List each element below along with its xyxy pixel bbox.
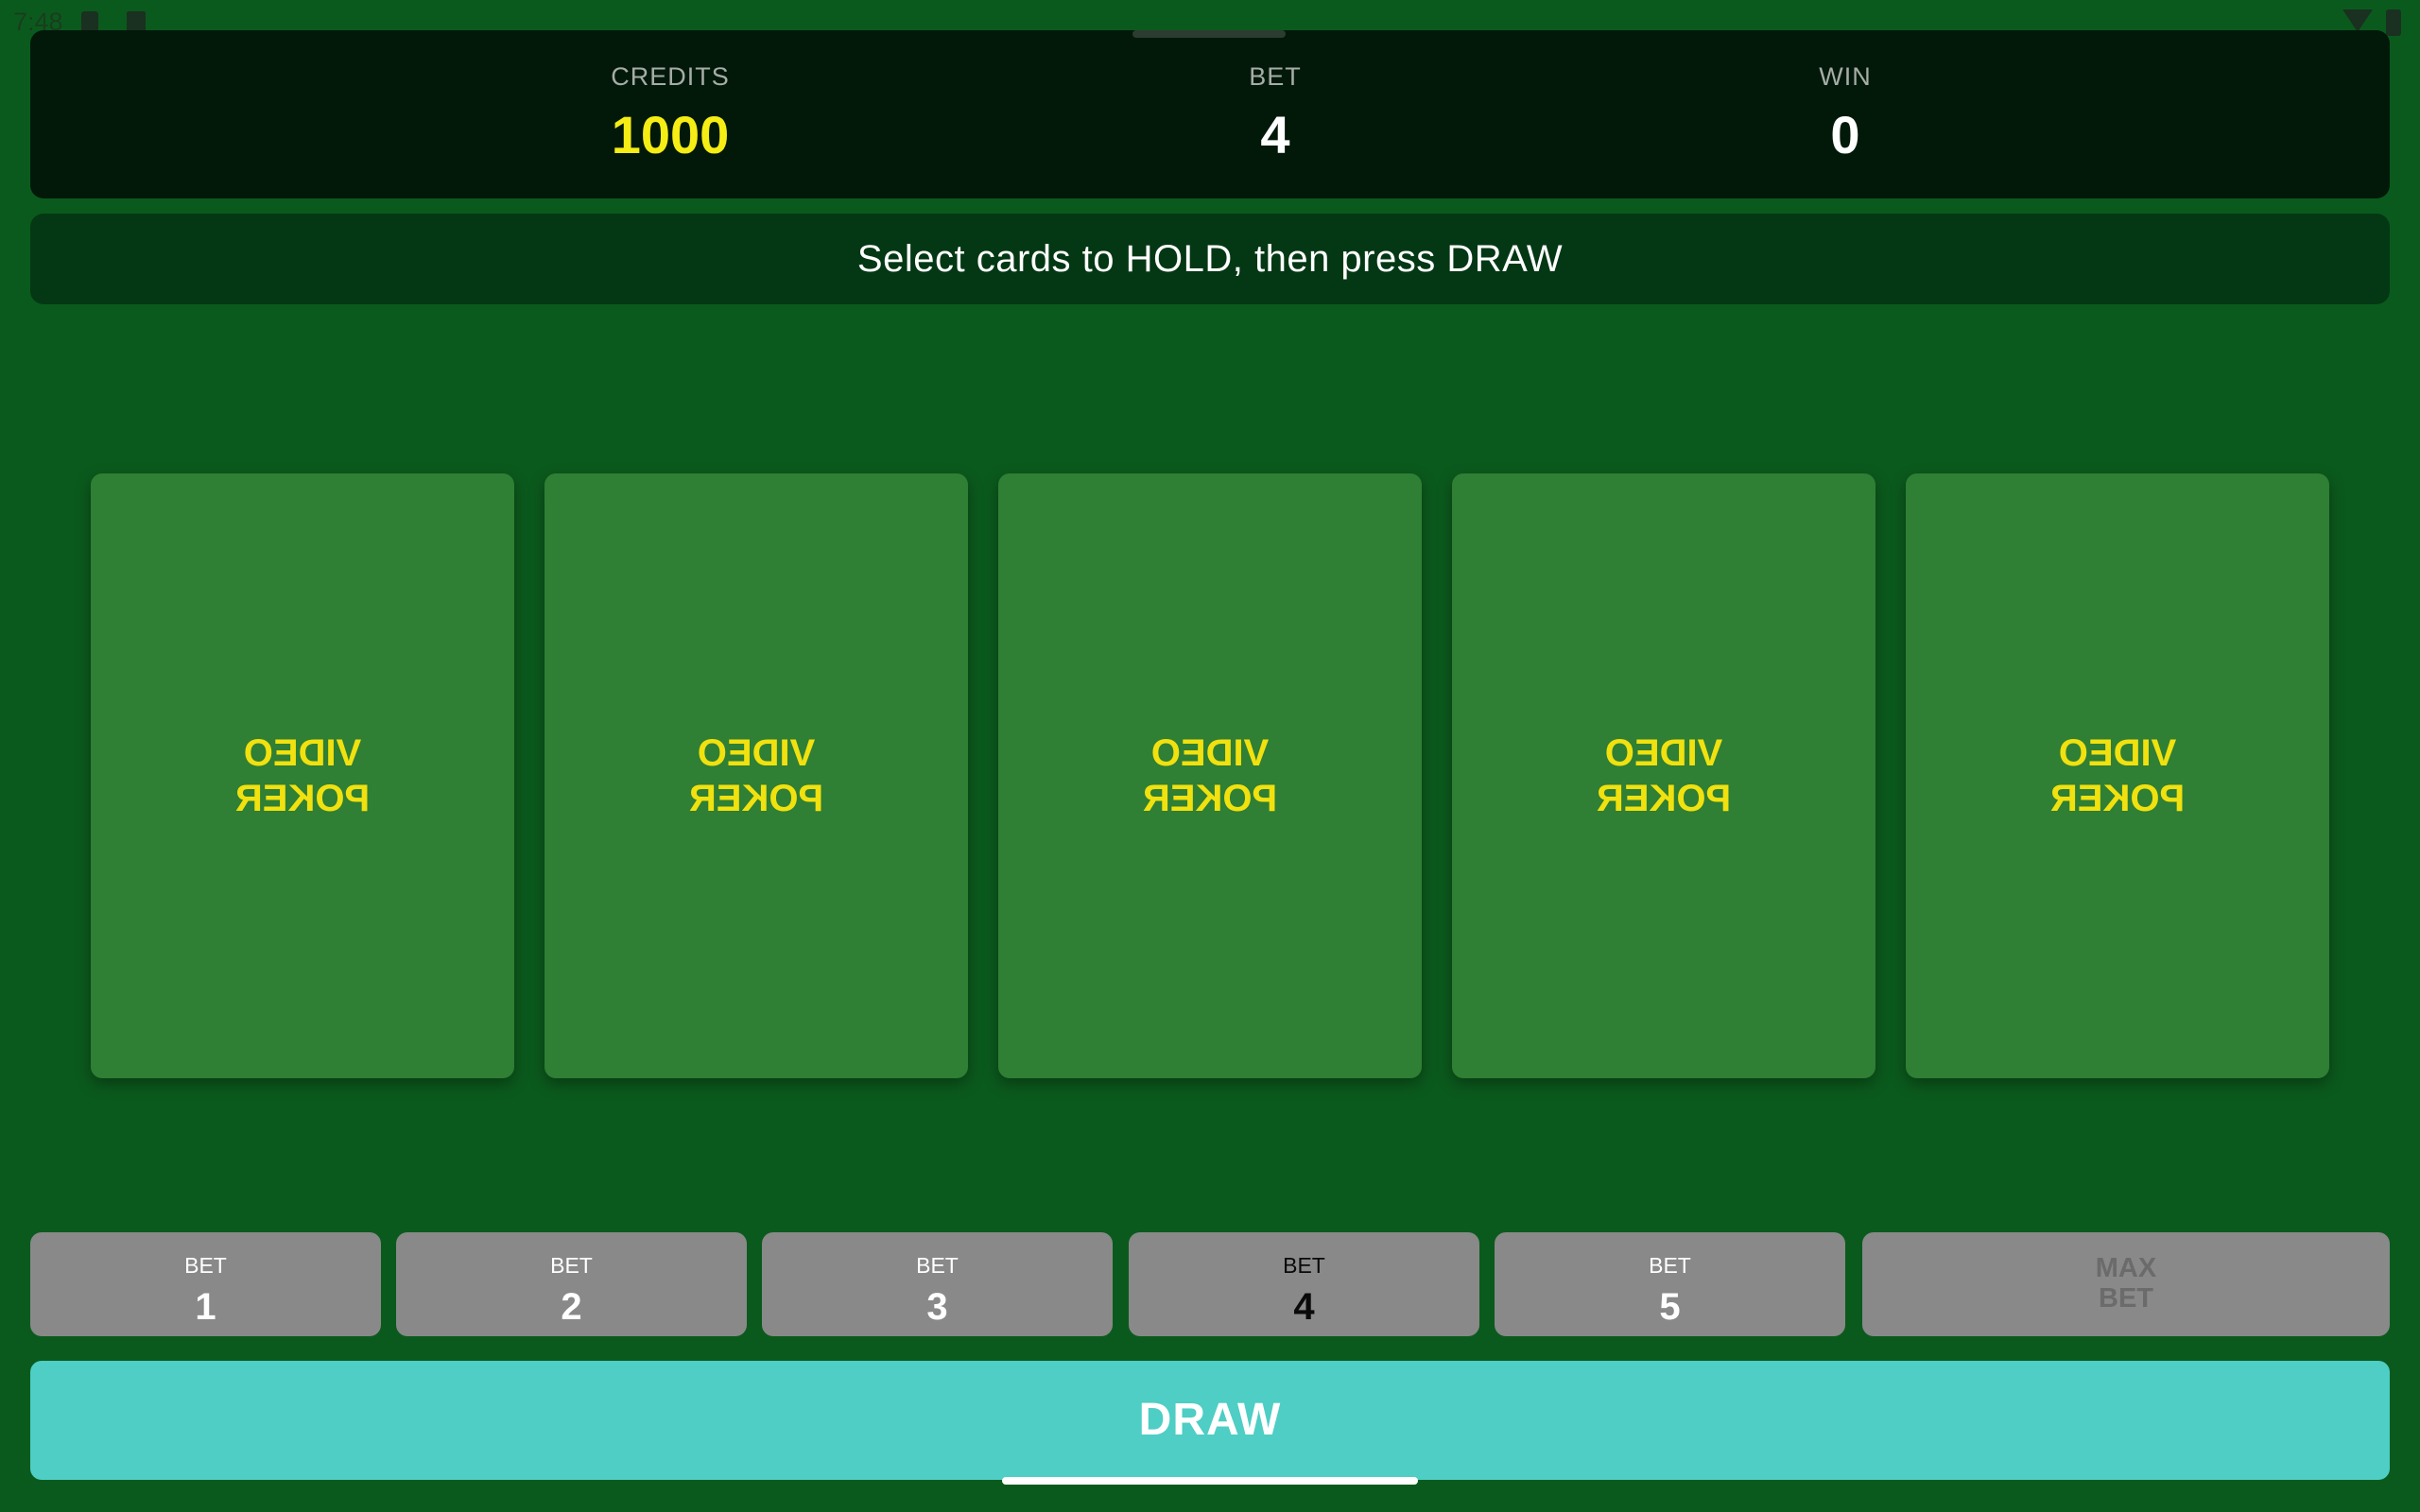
bet-button-label: BET (1649, 1253, 1691, 1278)
max-bet-button[interactable]: MAX BET (1862, 1232, 2390, 1336)
keyboard-icon (127, 11, 146, 32)
bet-1-button[interactable]: BET 1 (30, 1232, 381, 1336)
card-back-line1: VIDEO (1150, 732, 1270, 774)
bet-4-button[interactable]: BET 4 (1129, 1232, 1479, 1336)
card-1[interactable]: VIDEO POKER (91, 473, 514, 1078)
bet-label: BET (1249, 62, 1302, 91)
card-4[interactable]: VIDEO POKER (1452, 473, 1876, 1078)
card-back-text: VIDEO POKER (998, 730, 1422, 821)
bet-button-label: BET (184, 1253, 227, 1278)
card-back-line1: VIDEO (243, 732, 362, 774)
bet-5-button[interactable]: BET 5 (1495, 1232, 1845, 1336)
card-back-text: VIDEO POKER (1906, 730, 2329, 821)
card-2[interactable]: VIDEO POKER (544, 473, 968, 1078)
win-value: 0 (1830, 105, 1860, 164)
card-5[interactable]: VIDEO POKER (1906, 473, 2329, 1078)
bet-button-value: 2 (561, 1286, 582, 1328)
bet-button-value: 5 (1659, 1286, 1681, 1328)
card-back-line2: POKER (1596, 778, 1732, 819)
win-display: WIN 0 (1703, 64, 1987, 162)
win-label: WIN (1819, 62, 1872, 91)
bet-2-button[interactable]: BET 2 (396, 1232, 747, 1336)
bet-3-button[interactable]: BET 3 (762, 1232, 1113, 1336)
max-bet-line1: MAX (2095, 1253, 2157, 1283)
bet-button-label: BET (1283, 1253, 1325, 1278)
scoreboard-panel: CREDITS 1000 BET 4 WIN 0 (30, 30, 2390, 198)
bet-button-label: BET (550, 1253, 593, 1278)
sd-card-icon (81, 11, 98, 32)
bet-button-value: 1 (195, 1286, 216, 1328)
card-back-text: VIDEO POKER (91, 730, 514, 821)
card-back-line2: POKER (1142, 778, 1278, 819)
bet-value: 4 (1260, 105, 1290, 164)
card-back-line1: VIDEO (697, 732, 816, 774)
credits-display: CREDITS 1000 (528, 64, 812, 162)
card-back-text: VIDEO POKER (544, 730, 968, 821)
bet-display: BET 4 (1133, 64, 1417, 162)
message-bar: Select cards to HOLD, then press DRAW (30, 214, 2390, 304)
bet-button-label: BET (916, 1253, 959, 1278)
card-back-line2: POKER (2049, 778, 2186, 819)
card-back-line1: VIDEO (2058, 732, 2177, 774)
credits-value: 1000 (611, 105, 730, 164)
bet-button-value: 4 (1293, 1286, 1315, 1328)
card-back-line2: POKER (688, 778, 824, 819)
home-indicator[interactable] (1002, 1477, 1418, 1485)
max-bet-line2: BET (2099, 1283, 2153, 1314)
draw-button[interactable]: DRAW (30, 1361, 2390, 1480)
card-back-line1: VIDEO (1604, 732, 1723, 774)
battery-icon (2386, 9, 2401, 36)
card-back-line2: POKER (234, 778, 371, 819)
credits-label: CREDITS (611, 62, 730, 91)
card-3[interactable]: VIDEO POKER (998, 473, 1422, 1078)
camera-notch (1132, 30, 1286, 38)
bet-button-value: 3 (926, 1286, 948, 1328)
wifi-icon (2342, 9, 2373, 32)
card-back-text: VIDEO POKER (1452, 730, 1876, 821)
